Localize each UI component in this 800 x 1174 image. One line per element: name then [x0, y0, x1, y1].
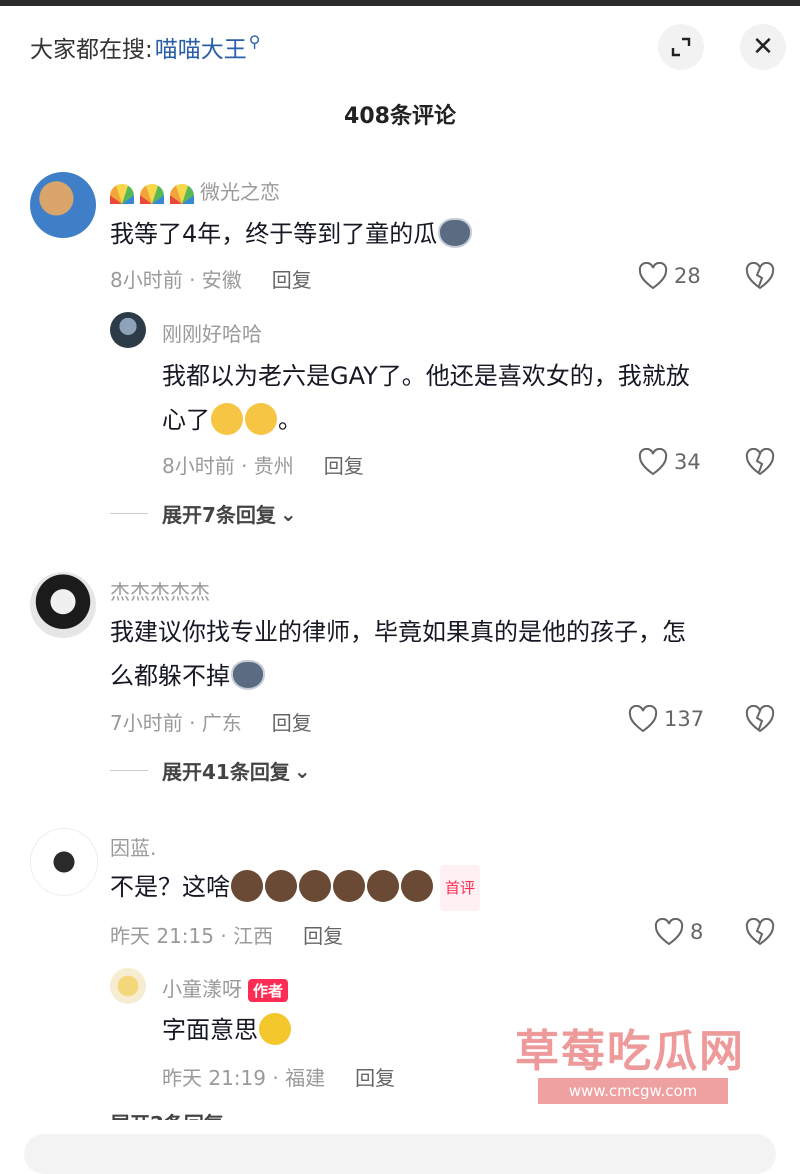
watermark-url: www.cmcgw.com — [538, 1078, 728, 1104]
laughing-crying-emoji-icon — [245, 403, 277, 435]
time-location: 昨天 21:15 · 江西 — [110, 924, 274, 948]
time-location: 8小时前 · 贵州 — [162, 454, 294, 478]
avatar[interactable] — [30, 572, 96, 638]
like-count: 28 — [674, 264, 701, 288]
reply-button[interactable]: 回复 — [272, 268, 312, 292]
comment-username[interactable]: 微光之恋 — [110, 176, 280, 205]
time-location: 昨天 21:19 · 福建 — [162, 1066, 326, 1090]
broken-heart-icon — [745, 447, 775, 476]
broken-heart-icon — [745, 917, 775, 946]
dislike-button[interactable] — [745, 447, 775, 480]
like-button[interactable]: 137 — [628, 705, 704, 733]
time-location: 7小时前 · 广东 — [110, 711, 242, 735]
rainbow-emoji-icon — [140, 183, 164, 204]
poop-emoji-icon — [333, 870, 365, 902]
author-badge: 作者 — [248, 979, 289, 1002]
heart-icon — [628, 705, 658, 733]
broken-heart-icon — [745, 704, 775, 733]
like-count: 137 — [664, 707, 705, 731]
reply-button[interactable]: 回复 — [355, 1066, 395, 1090]
poop-emoji-icon — [265, 870, 297, 902]
reply-text: 字面意思 — [162, 1008, 292, 1052]
expand-replies-button[interactable]: 展开7条回复 ⌄ — [110, 499, 297, 528]
expand-replies-button[interactable]: 展开41条回复 ⌄ — [110, 756, 311, 785]
first-comment-badge: 首评 — [440, 865, 481, 911]
avatar[interactable] — [30, 828, 98, 896]
divider — [110, 770, 148, 771]
like-count: 34 — [674, 450, 701, 474]
reply-text: 我都以为老六是GAY了。他还是喜欢女的，我就放 心了。 — [162, 362, 690, 435]
like-count: 8 — [690, 920, 704, 944]
reply-username[interactable]: 小童漾呀 作者 — [162, 973, 289, 1002]
avatar[interactable] — [110, 968, 146, 1004]
laughing-crying-emoji-icon — [211, 403, 243, 435]
reply-button[interactable]: 回复 — [303, 924, 343, 948]
comment-text: 我建议你找专业的律师，毕竟如果真的是他的孩子，怎 么都躲不掉 — [110, 618, 686, 690]
avatar[interactable] — [110, 312, 146, 348]
search-suggestion[interactable]: 大家都在搜: 喵喵大王 ⚲ — [30, 30, 260, 64]
like-button[interactable]: 8 — [654, 918, 703, 946]
reply-meta: 昨天 21:19 · 福建 回复 — [162, 1062, 395, 1091]
search-prefix: 大家都在搜: — [30, 37, 153, 63]
dislike-button[interactable] — [745, 261, 775, 294]
comment-meta: 7小时前 · 广东 回复 — [110, 707, 312, 736]
reply-button[interactable]: 回复 — [272, 711, 312, 735]
poop-emoji-icon — [401, 870, 433, 902]
fullscreen-button[interactable] — [658, 24, 704, 70]
chevron-down-icon: ⌄ — [279, 501, 297, 526]
comment-text: 我等了4年，终于等到了童的瓜 — [110, 212, 473, 256]
close-button[interactable]: ✕ — [740, 24, 786, 70]
comment-count-title: 408条评论 — [344, 104, 456, 129]
comment-meta: 8小时前 · 安徽 回复 — [110, 264, 312, 293]
comment-text: 不是？这啥 首评 — [110, 865, 481, 911]
rainbow-emoji-icon — [170, 183, 194, 204]
reply-meta: 8小时前 · 贵州 回复 — [162, 450, 364, 479]
reply-button[interactable]: 回复 — [324, 454, 364, 478]
like-button[interactable]: 34 — [638, 448, 701, 476]
reply-username[interactable]: 刚刚好哈哈 — [162, 318, 262, 347]
broken-heart-icon — [745, 261, 775, 290]
expand-replies-button[interactable]: 展开2条回复 — [110, 1108, 410, 1120]
like-button[interactable]: 28 — [638, 262, 701, 290]
chevron-down-icon: ⌄ — [293, 758, 311, 783]
comment-username[interactable]: 因蓝. — [110, 832, 156, 861]
heart-icon — [638, 262, 668, 290]
husky-emoji-icon — [231, 660, 265, 690]
comment-meta: 昨天 21:15 · 江西 回复 — [110, 920, 343, 949]
heart-icon — [654, 918, 684, 946]
status-strip — [0, 0, 800, 6]
dislike-button[interactable] — [745, 917, 775, 950]
time-location: 8小时前 · 安徽 — [110, 268, 242, 292]
poop-emoji-icon — [299, 870, 331, 902]
search-keyword[interactable]: 喵喵大王 — [155, 30, 247, 64]
comment-username[interactable]: 杰杰杰杰杰 — [110, 576, 210, 605]
dislike-button[interactable] — [745, 704, 775, 737]
smile-emoji-icon — [259, 1013, 291, 1045]
poop-emoji-icon — [367, 870, 399, 902]
divider — [110, 513, 148, 514]
watermark-text: 草莓吃瓜网 — [515, 1026, 745, 1077]
comment-input-bar[interactable] — [24, 1134, 776, 1174]
poop-emoji-icon — [231, 870, 263, 902]
expand-icon — [671, 37, 691, 57]
search-icon: ⚲ — [248, 31, 261, 51]
avatar[interactable] — [30, 172, 96, 238]
heart-icon — [638, 448, 668, 476]
close-icon: ✕ — [752, 32, 774, 62]
rainbow-emoji-icon — [110, 183, 134, 204]
husky-emoji-icon — [438, 218, 473, 248]
